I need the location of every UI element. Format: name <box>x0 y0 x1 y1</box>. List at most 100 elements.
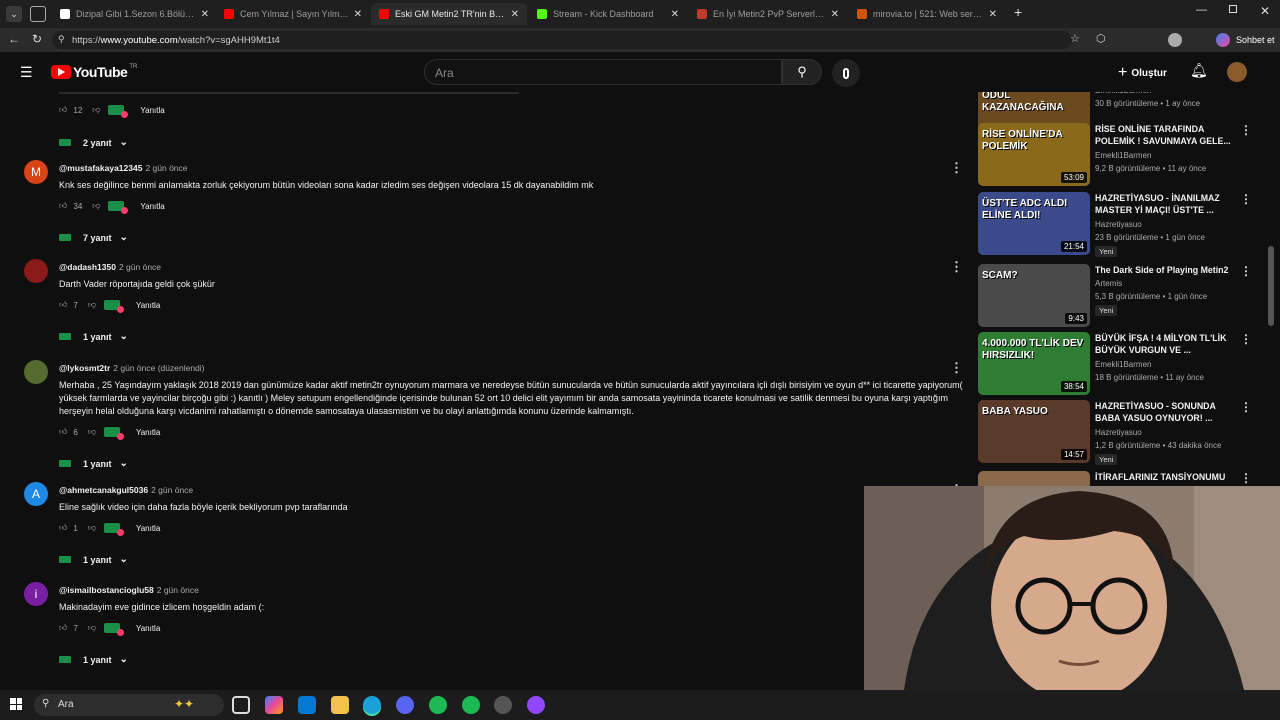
more-options-icon[interactable]: ⋮ <box>950 259 963 275</box>
app-icon-3[interactable] <box>494 696 512 714</box>
replies-toggle[interactable]: 1 yanıt ⌄ <box>59 458 128 469</box>
video-more-options-icon[interactable]: ⋮ <box>1240 123 1252 137</box>
channel-name[interactable]: Hazretiyasuo <box>1095 428 1142 437</box>
video-thumbnail[interactable]: BABA YASUO 14:57 <box>978 400 1090 463</box>
more-options-icon[interactable]: ⋮ <box>950 360 963 376</box>
menu-icon[interactable]: ☰ <box>20 64 33 81</box>
dislike-icon[interactable]: 👎︎ <box>92 201 100 211</box>
close-window-button[interactable]: ✕ <box>1260 4 1270 18</box>
author-handle[interactable]: @ahmetcanakgul5036 <box>59 485 148 495</box>
recommended-video[interactable]: ÜST'TE ADC ALDI ELİNE ALDI! 21:54 HAZRETİY… <box>978 192 1260 258</box>
extensions-icon[interactable]: ⬡ <box>1096 32 1106 45</box>
video-title[interactable]: HAZRETİYASUO - SONUNDA BABA YASUO OYNUYO… <box>1095 400 1235 424</box>
video-title[interactable]: İTİRAFLARINIZ TANSİYONUMU <box>1095 471 1235 483</box>
recommended-video[interactable]: SCAM? 9:43 The Dark Side of Playing Metin2… <box>978 264 1260 330</box>
site-info-icon[interactable]: ⚲ <box>58 34 65 45</box>
avatar[interactable]: M <box>24 160 48 184</box>
avatar[interactable]: i <box>24 582 48 606</box>
channel-name[interactable]: Emekli1Barmen <box>1095 360 1151 369</box>
video-title[interactable]: HAZRETİYASUO - İNANILMAZ MASTER Yİ MAÇI!… <box>1095 192 1235 216</box>
browser-tab[interactable]: Cem Yılmaz | Sayın Yılmaz, neden ✕ <box>216 3 370 25</box>
workspaces-icon[interactable] <box>30 6 46 22</box>
comment-time[interactable]: 2 gün önce <box>157 585 199 595</box>
video-thumbnail[interactable]: 4.000.000 TL'LİK DEV HIRSIZLIK! 38:54 <box>978 332 1090 395</box>
youtube-logo[interactable]: YouTube TR <box>51 64 137 80</box>
dislike-icon[interactable]: 👎︎ <box>88 300 96 310</box>
back-icon[interactable]: ← <box>8 32 20 46</box>
comment-time[interactable]: 2 gün önce <box>145 163 187 173</box>
video-title[interactable]: BÜYÜK İFŞA ! 4 MİLYON TL'LİK BÜYÜK VURGU… <box>1095 332 1235 356</box>
notifications-bell-icon[interactable]: 🔔︎ <box>1190 62 1208 79</box>
dislike-icon[interactable]: 👎︎ <box>88 523 96 533</box>
video-thumbnail[interactable]: SCAM? 9:43 <box>978 264 1090 327</box>
tab-actions-icon[interactable]: ⌄ <box>6 6 22 22</box>
restore-button[interactable] <box>1229 5 1237 13</box>
avatar[interactable]: A <box>24 482 48 506</box>
refresh-icon[interactable]: ↻ <box>32 32 42 46</box>
task-view-icon[interactable] <box>232 696 250 714</box>
account-avatar[interactable] <box>1227 62 1247 82</box>
comment-time[interactable]: 2 gün önce <box>151 485 193 495</box>
create-button[interactable]: + Oluştur <box>1118 64 1167 82</box>
comment-author[interactable]: @mustafakaya12345 2 gün önce <box>59 163 188 173</box>
video-more-options-icon[interactable]: ⋮ <box>1240 192 1252 206</box>
favorite-star-icon[interactable]: ☆ <box>1070 32 1080 45</box>
dislike-icon[interactable]: 👎︎ <box>92 105 100 115</box>
reply-button[interactable]: Yanıtla <box>140 106 164 115</box>
video-more-options-icon[interactable]: ⋮ <box>1240 400 1252 414</box>
dislike-icon[interactable]: 👎︎ <box>88 427 96 437</box>
channel-name[interactable]: Artemis <box>1095 279 1122 288</box>
author-handle[interactable]: @mustafakaya12345 <box>59 163 142 173</box>
author-handle[interactable]: @dadash1350 <box>59 262 116 272</box>
comment-time[interactable]: 2 gün önce (düzenlendi) <box>113 363 204 373</box>
reply-button[interactable]: Yanıtla <box>136 624 160 633</box>
like-icon[interactable]: 👍︎ <box>59 300 67 310</box>
reply-button[interactable]: Yanıtla <box>136 301 160 310</box>
video-more-options-icon[interactable]: ⋮ <box>1240 264 1252 278</box>
browser-tab[interactable]: Stream - Kick Dashboard ✕ <box>529 3 687 25</box>
like-icon[interactable]: 👍︎ <box>59 427 67 437</box>
dislike-icon[interactable]: 👎︎ <box>88 623 96 633</box>
app-icon-4[interactable] <box>527 696 545 714</box>
author-handle[interactable]: @lykosmt2tr <box>59 363 110 373</box>
edge-icon[interactable] <box>363 696 381 714</box>
profile-avatar[interactable] <box>1168 33 1182 47</box>
channel-name[interactable]: Emekli1Barmen <box>1095 151 1151 160</box>
replies-toggle[interactable]: 7 yanıt ⌄ <box>59 232 128 243</box>
video-title[interactable]: RİSE ONLİNE TARAFINDA POLEMİK ! SAVUNMAY… <box>1095 123 1235 147</box>
url-field[interactable]: ⚲ https://www.youtube.com/watch?v=sgAHH9… <box>52 31 1072 49</box>
close-tab-icon[interactable]: ✕ <box>671 9 679 20</box>
new-tab-button[interactable]: + <box>1014 4 1022 20</box>
comment-author[interactable]: @ahmetcanakgul5036 2 gün önce <box>59 485 193 495</box>
search-input[interactable]: Ara <box>424 59 782 85</box>
like-icon[interactable]: 👍︎ <box>59 201 67 211</box>
replies-toggle[interactable]: 1 yanıt ⌄ <box>59 554 128 565</box>
browser-tab[interactable]: Dizipal Gibi 1.Sezon 6.Bölüm izle | D ✕ <box>52 3 217 25</box>
copilot-icon[interactable] <box>1216 33 1230 47</box>
video-more-options-icon[interactable]: ⋮ <box>1240 332 1252 346</box>
browser-tab[interactable]: mirovia.to | 521: Web server is dow ✕ <box>849 3 1005 25</box>
copilot-taskbar-icon[interactable] <box>265 696 283 714</box>
store-icon[interactable] <box>298 696 316 714</box>
app-icon-1[interactable] <box>396 696 414 714</box>
replies-toggle[interactable]: 2 yanıt ⌄ <box>59 137 128 148</box>
close-tab-icon[interactable]: ✕ <box>201 9 209 20</box>
author-handle[interactable]: @ismailbostancioglu58 <box>59 585 154 595</box>
comment-time[interactable]: 2 gün önce <box>119 262 161 272</box>
chat-button[interactable]: Sohbet et <box>1236 35 1275 45</box>
reply-button[interactable]: Yanıtla <box>136 524 160 533</box>
like-icon[interactable]: 👍︎ <box>59 623 67 633</box>
channel-name[interactable]: Hazretiyasuo <box>1095 220 1142 229</box>
comment-author[interactable]: @dadash1350 2 gün önce <box>59 262 161 272</box>
taskbar-search-input[interactable]: ⚲ Ara ✦✦ <box>34 694 224 716</box>
avatar[interactable] <box>24 360 48 384</box>
app-icon-2[interactable] <box>429 696 447 714</box>
windows-start-icon[interactable] <box>10 698 22 710</box>
video-more-options-icon[interactable]: ⋮ <box>1240 471 1252 485</box>
video-thumbnail[interactable] <box>978 471 1090 486</box>
comment-author[interactable]: @lykosmt2tr 2 gün önce (düzenlendi) <box>59 363 205 373</box>
video-title[interactable]: The Dark Side of Playing Metin2 <box>1095 264 1235 276</box>
more-options-icon[interactable]: ⋮ <box>950 160 963 176</box>
recommended-video[interactable]: BABA YASUO 14:57 HAZRETİYASUO - SONUNDA BA… <box>978 400 1260 466</box>
voice-search-button[interactable] <box>832 59 860 87</box>
